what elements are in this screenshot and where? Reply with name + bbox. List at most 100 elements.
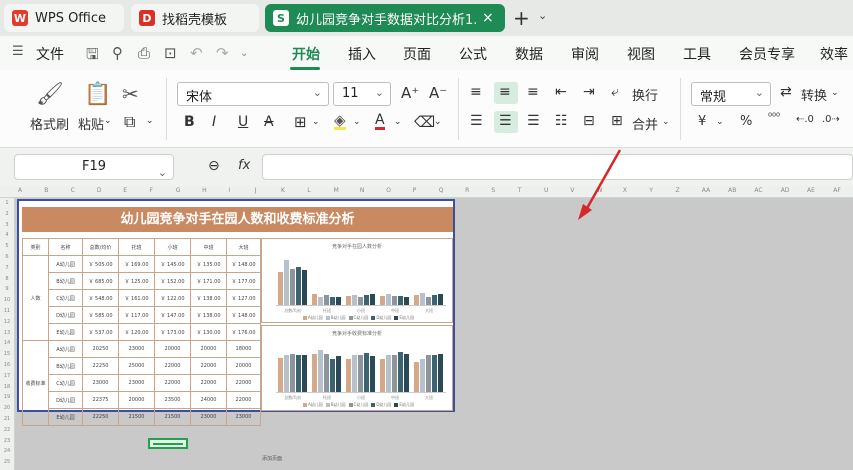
- currency-icon[interactable]: ¥: [698, 114, 706, 129]
- table-cell[interactable]: ￥ 125.00: [118, 272, 155, 290]
- italic-icon[interactable]: I: [212, 114, 216, 130]
- table-cell[interactable]: ￥ 117.00: [118, 306, 155, 324]
- table-cell[interactable]: 23000: [190, 408, 227, 426]
- column-header-cell[interactable]: P: [413, 187, 417, 194]
- table-cell[interactable]: ￥ 152.00: [154, 272, 191, 290]
- row-header-cell[interactable]: 6: [0, 254, 14, 260]
- table-cell[interactable]: ￥ 138.00: [190, 306, 227, 324]
- table-cell[interactable]: 22000: [154, 374, 191, 392]
- font-color-icon[interactable]: A: [375, 113, 385, 130]
- table-cell[interactable]: ￥ 138.00: [190, 289, 227, 307]
- column-header-cell[interactable]: T: [518, 187, 522, 194]
- name-box[interactable]: F19 ⌄: [14, 154, 174, 180]
- convert-button[interactable]: 转换: [801, 85, 827, 104]
- table-cell[interactable]: C幼儿园: [48, 374, 83, 392]
- table-cell[interactable]: ￥ 685.00: [82, 272, 119, 290]
- table-cell[interactable]: 21500: [118, 408, 155, 426]
- column-header-cell[interactable]: M: [334, 187, 339, 194]
- row-header-cell[interactable]: 23: [0, 438, 14, 444]
- table-cell[interactable]: 20000: [190, 340, 227, 358]
- page-preview[interactable]: 幼儿园竞争对手在园人数和收费标准分析 类别 名称 总数/均价 托班 小班 中班 大班 人数 A幼…: [17, 199, 455, 426]
- column-header-cell[interactable]: R: [465, 187, 469, 194]
- share-icon[interactable]: ⚲: [112, 44, 123, 62]
- fx-icon[interactable]: fx: [238, 158, 250, 173]
- table-cell[interactable]: 22000: [190, 374, 227, 392]
- merge-icon[interactable]: ⊞: [611, 113, 623, 129]
- row-header-cell[interactable]: 4: [0, 232, 14, 238]
- table-cell[interactable]: ￥ 548.00: [82, 289, 119, 307]
- column-header-cell[interactable]: Z: [676, 187, 680, 194]
- table-cell[interactable]: C幼儿园: [48, 289, 83, 307]
- decimal-decrease-icon[interactable]: .0⇢: [822, 114, 840, 125]
- menu-formula[interactable]: 公式: [459, 44, 487, 64]
- row-header-cell[interactable]: 15: [0, 351, 14, 357]
- table-cell[interactable]: ￥ 148.00: [226, 255, 261, 273]
- chevron-down-icon[interactable]: ⌄: [394, 117, 402, 127]
- row-header-cell[interactable]: 10: [0, 297, 14, 303]
- column-header-cell[interactable]: AF: [833, 187, 841, 194]
- table-cell[interactable]: ￥ 171.00: [190, 272, 227, 290]
- row-header-cell[interactable]: 12: [0, 319, 14, 325]
- table-cell[interactable]: D幼儿园: [48, 391, 83, 409]
- print-preview-icon[interactable]: ⊡: [164, 44, 177, 62]
- column-header-cell[interactable]: O: [386, 187, 391, 194]
- border-icon[interactable]: ⊞: [294, 113, 307, 131]
- table-cell[interactable]: 25000: [118, 357, 155, 375]
- row-header-cell[interactable]: 22: [0, 427, 14, 433]
- table-cell[interactable]: 22250: [82, 357, 119, 375]
- column-header-cell[interactable]: B: [44, 187, 48, 194]
- wrap-text-button[interactable]: 换行: [632, 85, 658, 104]
- column-header-cell[interactable]: J: [255, 187, 257, 194]
- menu-member[interactable]: 会员专享: [739, 44, 795, 64]
- column-header-cell[interactable]: AE: [807, 187, 815, 194]
- row-header-cell[interactable]: 13: [0, 330, 14, 336]
- table-cell[interactable]: 23500: [154, 391, 191, 409]
- align-top-icon[interactable]: ≡: [470, 84, 482, 100]
- column-header-cell[interactable]: G: [176, 187, 181, 194]
- table-cell[interactable]: 22000: [190, 357, 227, 375]
- table-cell[interactable]: 21500: [154, 408, 191, 426]
- new-tab-button[interactable]: +: [513, 6, 530, 30]
- menu-page[interactable]: 页面: [403, 44, 431, 64]
- menu-tools[interactable]: 工具: [683, 44, 711, 64]
- formula-input[interactable]: [262, 154, 853, 180]
- row-header-cell[interactable]: 18: [0, 384, 14, 390]
- table-cell[interactable]: 22000: [226, 391, 261, 409]
- table-cell[interactable]: 23000: [226, 408, 261, 426]
- column-header-cell[interactable]: N: [360, 187, 365, 194]
- menu-start[interactable]: 开始: [292, 44, 320, 64]
- hamburger-menu-icon[interactable]: ☰: [12, 44, 24, 59]
- chart-enrollment[interactable]: 竞争对手在园人数分析 总数/均价 托班 小班 中班 大班 A幼儿园 B幼儿园 C幼儿园 D幼儿园…: [261, 238, 453, 323]
- column-header-cell[interactable]: L: [307, 187, 310, 194]
- table-cell[interactable]: 22375: [82, 391, 119, 409]
- row-header-cell[interactable]: 7: [0, 265, 14, 271]
- indent-increase-icon[interactable]: ⇥: [583, 84, 595, 100]
- table-cell[interactable]: ￥ 173.00: [154, 323, 191, 341]
- indent-decrease-icon[interactable]: ⇤: [555, 84, 567, 100]
- table-cell[interactable]: ￥ 176.00: [226, 323, 261, 341]
- row-header-cell[interactable]: 20: [0, 405, 14, 411]
- row-header-cell[interactable]: 19: [0, 394, 14, 400]
- cut-icon[interactable]: ✂: [122, 82, 139, 106]
- column-header-cell[interactable]: AA: [702, 187, 710, 194]
- font-size-select[interactable]: 11 ⌄: [333, 82, 391, 106]
- tab-wps-office[interactable]: W WPS Office: [4, 4, 124, 32]
- font-name-select[interactable]: 宋体 ⌄: [177, 82, 329, 106]
- align-middle-icon[interactable]: ≡: [499, 84, 511, 100]
- align-center-icon[interactable]: ☰: [499, 113, 512, 129]
- wrap-text-icon[interactable]: ⤶: [611, 84, 619, 100]
- table-cell[interactable]: ￥ 147.00: [154, 306, 191, 324]
- row-header-cell[interactable]: 24: [0, 448, 14, 454]
- align-bottom-icon[interactable]: ≡: [527, 84, 539, 100]
- add-page-button[interactable]: 添加页面: [262, 455, 282, 462]
- page-break-marker[interactable]: [148, 438, 188, 449]
- redo-icon[interactable]: ↷: [216, 44, 229, 62]
- increase-font-icon[interactable]: A⁺: [401, 84, 419, 102]
- decimal-increase-icon[interactable]: ⇠.0: [796, 114, 814, 125]
- menu-file[interactable]: 文件: [36, 44, 64, 64]
- table-cell[interactable]: 20000: [226, 357, 261, 375]
- row-header-cell[interactable]: 9: [0, 286, 14, 292]
- table-cell[interactable]: 20250: [82, 340, 119, 358]
- row-header-cell[interactable]: 25: [0, 459, 14, 465]
- table-cell[interactable]: 20000: [118, 391, 155, 409]
